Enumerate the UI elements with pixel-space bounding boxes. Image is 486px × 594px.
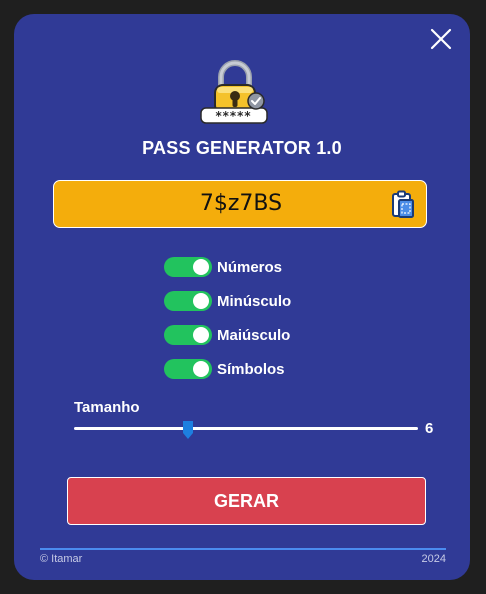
- toggle-uppercase[interactable]: Maiúsculo: [164, 324, 290, 346]
- footer-divider: [40, 548, 446, 550]
- copy-button[interactable]: [390, 190, 416, 220]
- app-title: PASS GENERATOR 1.0: [142, 138, 342, 158]
- password-value[interactable]: 7$z7BS: [54, 181, 428, 227]
- toggle-label: Símbolos: [217, 360, 285, 378]
- toggle-lowercase[interactable]: Minúsculo: [164, 290, 291, 312]
- close-button[interactable]: [428, 26, 454, 52]
- size-label: Tamanho: [74, 399, 140, 416]
- toggle-switch[interactable]: [164, 359, 212, 379]
- slider-track[interactable]: [74, 427, 418, 430]
- toggle-knob: [193, 327, 209, 343]
- toggle-switch[interactable]: [164, 325, 212, 345]
- app-logo: *****: [200, 58, 270, 128]
- generate-button[interactable]: GERAR: [67, 477, 426, 525]
- size-slider[interactable]: [74, 418, 418, 440]
- toggle-knob: [193, 361, 209, 377]
- toggle-knob: [193, 293, 209, 309]
- padlock-icon: *****: [200, 60, 268, 124]
- toggle-symbols[interactable]: Símbolos: [164, 358, 285, 380]
- toggle-switch[interactable]: [164, 257, 212, 277]
- toggle-label: Maiúsculo: [217, 326, 291, 344]
- app-window: ***** PASS GENERATOR 1.0 7$z7BS Números …: [14, 14, 470, 580]
- toggle-knob: [193, 259, 209, 275]
- toggle-label: Minúsculo: [217, 292, 292, 310]
- toggle-numbers[interactable]: Números: [164, 256, 282, 278]
- footer-credit: © Itamar: [40, 553, 83, 565]
- close-icon: [430, 28, 452, 50]
- toggle-switch[interactable]: [164, 291, 212, 311]
- check-badge-icon: [247, 92, 265, 110]
- toggle-label: Números: [217, 258, 283, 276]
- footer-year: 2024: [421, 553, 446, 565]
- slider-thumb[interactable]: [182, 420, 194, 440]
- size-value: 6: [425, 420, 434, 437]
- clipboard-icon: [392, 190, 414, 218]
- password-display: 7$z7BS: [53, 180, 427, 228]
- password-badge-text: *****: [215, 109, 251, 123]
